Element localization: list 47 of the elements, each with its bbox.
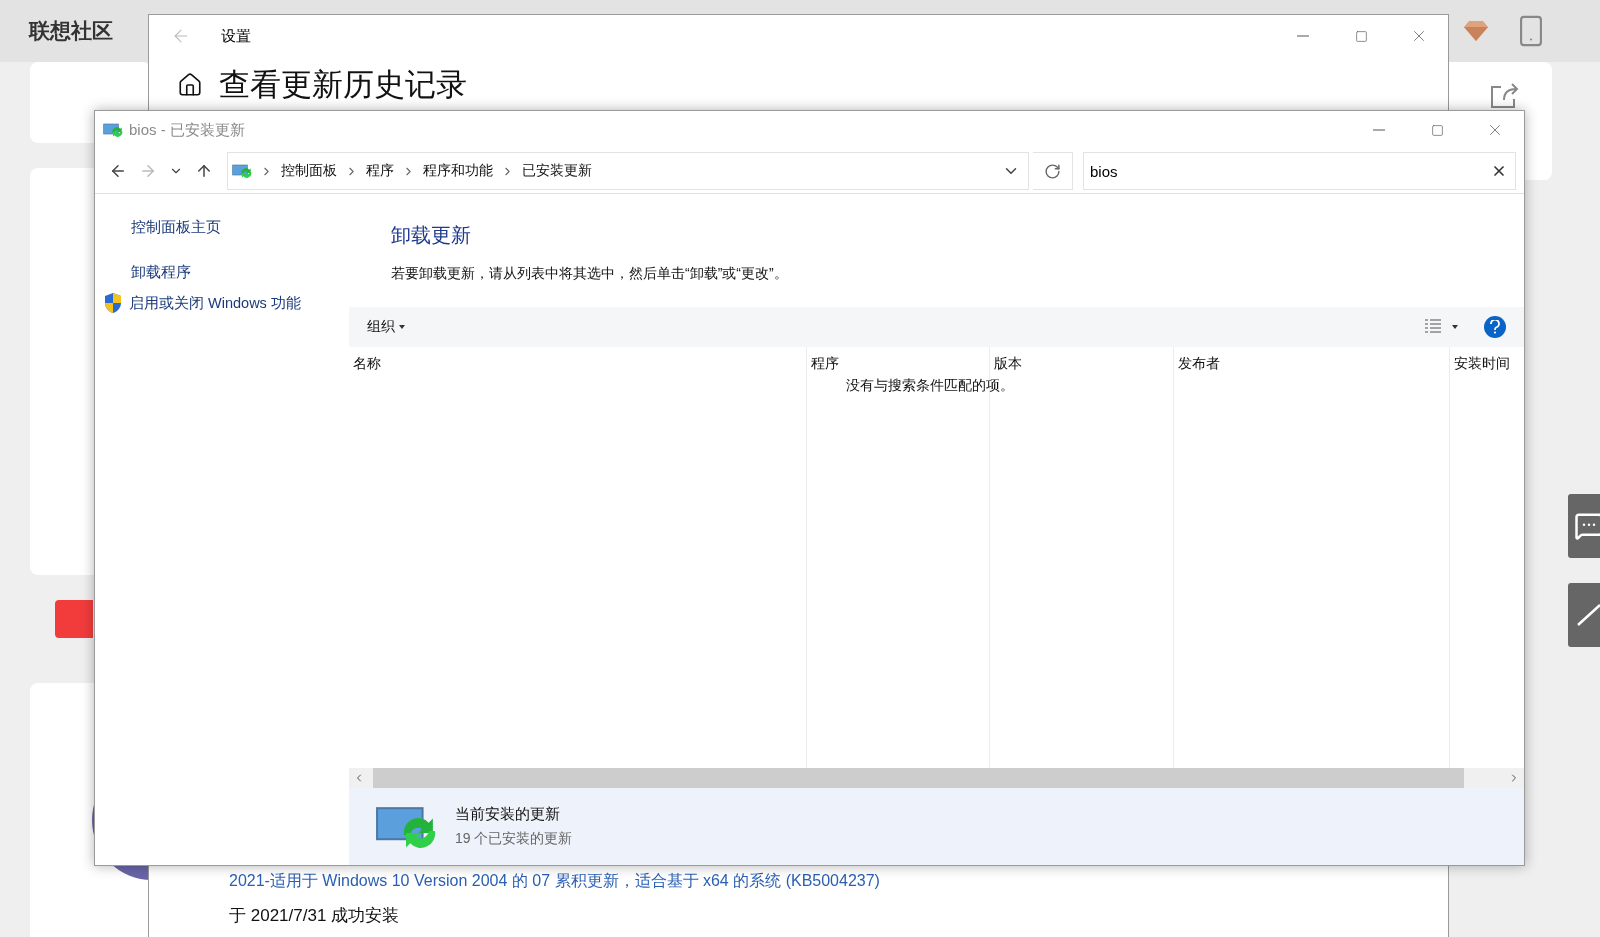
breadcrumb-item[interactable]: 控制面板 (281, 162, 337, 180)
site-logo[interactable]: 联想社区 (29, 17, 113, 45)
organize-menu[interactable]: 组织 (367, 318, 405, 336)
window-title: 设置 (221, 26, 251, 46)
column-header[interactable]: 发布者 (1174, 347, 1449, 381)
column-header[interactable]: 名称 (349, 347, 806, 381)
details-count: 19 个已安装的更新 (455, 830, 573, 848)
refresh-icon (1044, 162, 1061, 180)
sidebar-link[interactable]: 控制面板主页 (103, 218, 349, 237)
caret-icon (399, 325, 405, 329)
column-header[interactable]: 安装时间 (1450, 347, 1524, 381)
install-status: 于 2021/7/31 成功安装 (229, 905, 401, 927)
clear-icon[interactable] (1491, 163, 1507, 179)
page-heading: 查看更新历史记录 (219, 67, 467, 103)
home-icon[interactable] (177, 72, 203, 98)
help-button[interactable] (1484, 316, 1506, 338)
action-button[interactable] (55, 600, 93, 638)
refresh-button[interactable] (1033, 152, 1073, 190)
view-icon[interactable] (1424, 319, 1442, 335)
breadcrumb-item[interactable]: 程序 (366, 162, 394, 180)
breadcrumb-item[interactable]: 已安装更新 (522, 162, 592, 180)
control-panel-icon (232, 163, 252, 179)
minimize-icon (1297, 35, 1309, 37)
control-panel-icon (103, 122, 123, 138)
sidebar-link[interactable]: 启用或关闭 Windows 功能 (103, 292, 349, 314)
view-dropdown-icon[interactable] (1452, 325, 1458, 329)
instructions-text: 若要卸载更新，请从列表中将其选中，然后单击“卸载”或“更改”。 (391, 265, 789, 283)
breadcrumb-item[interactable]: 程序和功能 (423, 162, 493, 180)
minimize-icon (1373, 129, 1385, 131)
help-icon (1490, 320, 1500, 334)
forward-arrow-icon (139, 162, 157, 180)
update-link[interactable]: 2021-适用于 Windows 10 Version 2004 的 07 累积更新，适合基于 x64 的系统 (KB5004237) (229, 871, 1448, 892)
chat-button[interactable] (1568, 494, 1600, 558)
edit-button[interactable] (1568, 583, 1600, 647)
search-field[interactable]: bios (1083, 152, 1516, 190)
sidebar-link[interactable]: 卸载程序 (103, 263, 349, 282)
shield-icon (103, 292, 123, 314)
maximize-icon (1430, 123, 1444, 137)
section-heading: 卸载更新 (391, 223, 472, 248)
share-icon[interactable] (1490, 82, 1520, 108)
chat-icon (1574, 511, 1600, 541)
empty-message: 没有与搜索条件匹配的项。 (846, 377, 1014, 395)
window-title: bios - 已安装更新 (129, 120, 246, 140)
diamond-icon[interactable] (1463, 20, 1489, 42)
address-bar[interactable]: 控制面板 程序 程序和功能 已安装更新 (227, 152, 1029, 190)
maximize-icon (1354, 29, 1368, 43)
details-title: 当前安装的更新 (455, 805, 561, 824)
